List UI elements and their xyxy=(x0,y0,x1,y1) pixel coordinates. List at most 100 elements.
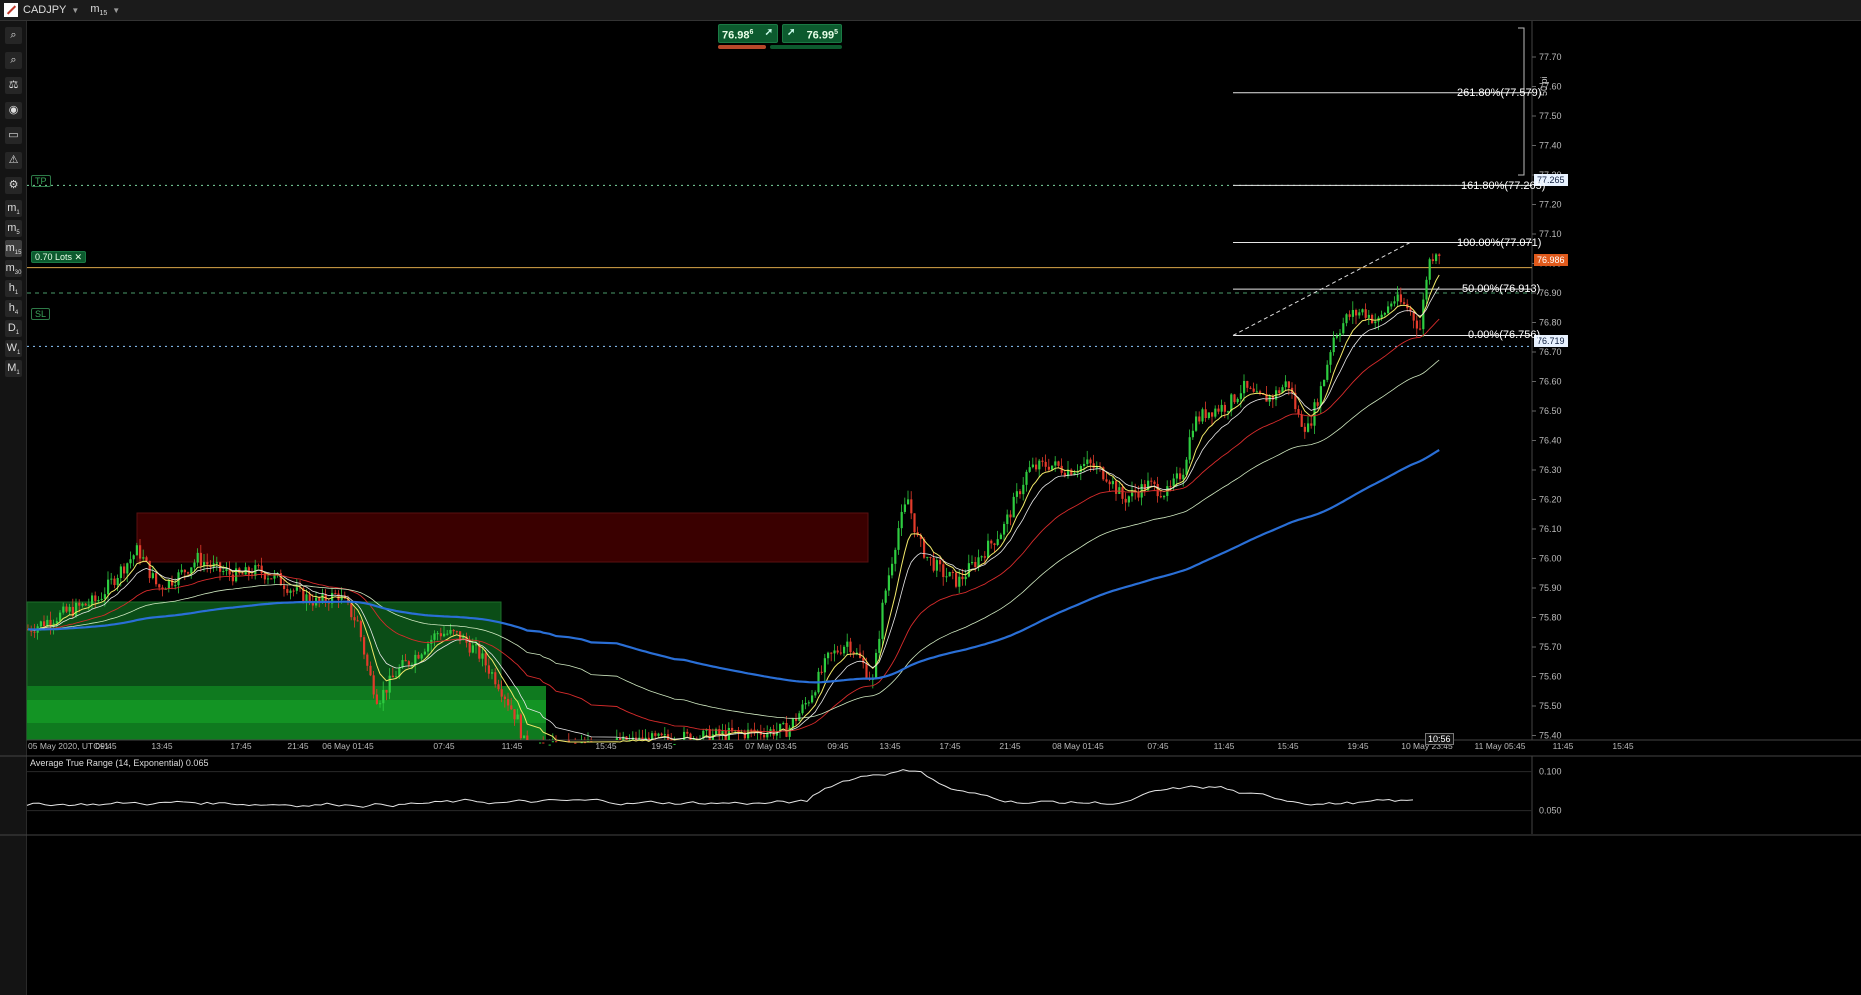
candle-body xyxy=(267,578,270,580)
candle-body xyxy=(139,545,142,559)
candle-body xyxy=(910,499,913,514)
candle-body xyxy=(46,619,49,627)
price-tick-label: 75.90 xyxy=(1539,583,1562,593)
candle-body xyxy=(231,574,234,582)
candle-body xyxy=(542,742,545,744)
time-label: 09:45 xyxy=(827,741,849,751)
sell-price: 76.98 xyxy=(722,29,750,42)
candle-body xyxy=(881,602,884,639)
take-profit-label[interactable]: TP xyxy=(31,175,51,187)
candle-body xyxy=(1278,390,1281,394)
time-label: 21:45 xyxy=(287,741,309,751)
candle-body xyxy=(116,577,119,586)
candle-body xyxy=(1361,309,1364,313)
candle-body xyxy=(1348,314,1351,317)
atr-tick-label: 0.100 xyxy=(1539,767,1562,777)
candle-body xyxy=(1089,459,1092,464)
candle-body xyxy=(1121,487,1124,499)
candle-body xyxy=(913,513,916,533)
atr-indicator-title[interactable]: Average True Range (14, Exponential) 0.0… xyxy=(30,758,208,768)
candle-body xyxy=(1047,466,1050,470)
candle-body xyxy=(1326,364,1329,380)
price-tick-label: 75.70 xyxy=(1539,642,1562,652)
candle-body xyxy=(471,645,474,653)
candle-body xyxy=(1335,336,1338,338)
candle-body xyxy=(507,699,510,706)
candle-body xyxy=(1367,314,1370,318)
candle-body xyxy=(1399,294,1402,303)
candle-body xyxy=(199,552,202,566)
candle-body xyxy=(1191,430,1194,438)
candle-body xyxy=(369,665,372,676)
candle-body xyxy=(987,540,990,558)
candle-body xyxy=(1438,254,1441,257)
fib-label-50: 50.00%(76.913) xyxy=(1462,283,1541,295)
candle-body xyxy=(1329,352,1332,365)
candle-body xyxy=(439,633,442,637)
candle-body xyxy=(1428,259,1431,280)
candle-body xyxy=(1054,461,1057,466)
sell-price-pipette: 6 xyxy=(749,29,754,36)
candle-body xyxy=(996,539,999,545)
time-label: 13:45 xyxy=(879,741,901,751)
candle-body xyxy=(878,638,881,653)
candle-body xyxy=(433,633,436,640)
candle-body xyxy=(119,566,122,578)
candle-body xyxy=(1022,484,1025,495)
candle-body xyxy=(443,633,446,637)
candle-body xyxy=(1351,310,1354,317)
candle-body xyxy=(513,709,516,720)
candle-body xyxy=(337,593,340,600)
fib-label-261: 261.80%(77.579) xyxy=(1457,87,1542,99)
price-tick-label: 77.20 xyxy=(1539,200,1562,210)
candle-body xyxy=(1236,398,1239,403)
candle-body xyxy=(484,653,487,666)
candle-body xyxy=(379,703,382,705)
fib-label-161: 161.80%(77.265) xyxy=(1461,180,1546,192)
candle-body xyxy=(132,555,135,560)
candle-body xyxy=(1214,408,1217,417)
candle-body xyxy=(1137,492,1140,498)
stop-loss-label[interactable]: SL xyxy=(31,308,51,320)
price-chart[interactable]: 77.7077.6077.5077.4077.3077.2077.1077.00… xyxy=(0,0,1861,995)
price-tick-label: 76.40 xyxy=(1539,436,1562,446)
price-tick-label: 75.60 xyxy=(1539,672,1562,682)
candle-body xyxy=(382,689,385,704)
candle-body xyxy=(839,652,842,654)
candle-body xyxy=(1185,459,1188,475)
candle-body xyxy=(135,545,138,556)
buy-button[interactable]: ➚ 76.995 xyxy=(782,24,842,43)
candle-body xyxy=(689,733,692,740)
supply-zone[interactable] xyxy=(136,512,869,563)
candle-body xyxy=(113,578,116,586)
time-label: 21:45 xyxy=(999,741,1021,751)
close-position-icon[interactable]: ✕ xyxy=(75,252,83,262)
price-tick-label: 77.40 xyxy=(1539,141,1562,151)
current-price-tag: 76.986 xyxy=(1534,254,1568,266)
position-lots-label[interactable]: 0.70 Lots ✕ xyxy=(31,251,87,263)
price-tick-label: 76.20 xyxy=(1539,495,1562,505)
candle-body xyxy=(241,573,244,575)
time-label: 07 May 03:45 xyxy=(745,741,797,751)
candle-body xyxy=(1041,460,1044,462)
candle-body xyxy=(615,738,618,740)
candle-body xyxy=(1057,461,1060,466)
candle-body xyxy=(622,736,625,740)
demand-zone-core[interactable] xyxy=(27,700,546,723)
time-label: 13:45 xyxy=(151,741,173,751)
candle-body xyxy=(81,603,84,606)
candle-body xyxy=(1111,481,1114,485)
candle-body xyxy=(523,735,526,739)
candle-body xyxy=(945,576,948,578)
candle-body xyxy=(1307,423,1310,432)
candle-body xyxy=(174,585,177,587)
sell-button[interactable]: 76.986 ➚ xyxy=(718,24,778,43)
time-label: 17:45 xyxy=(939,741,961,751)
candle-body xyxy=(203,562,206,566)
candle-body xyxy=(1342,323,1345,334)
candle-body xyxy=(1108,481,1111,485)
candle-body xyxy=(926,556,929,558)
candle-body xyxy=(1220,404,1223,412)
candle-body xyxy=(145,557,148,561)
candle-body xyxy=(1227,411,1230,413)
